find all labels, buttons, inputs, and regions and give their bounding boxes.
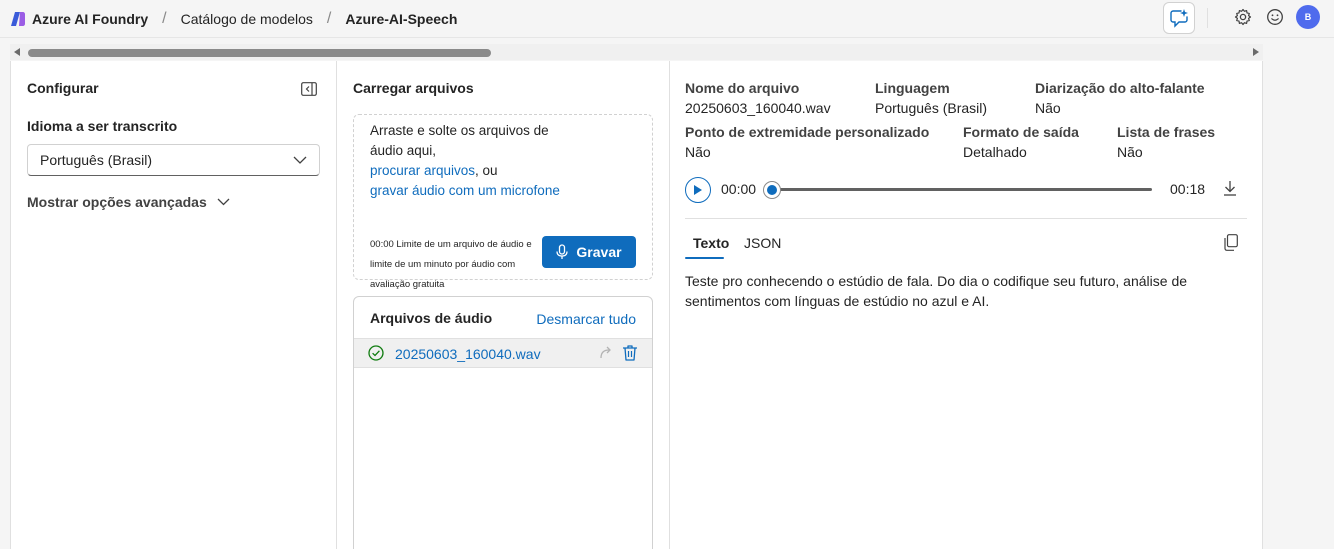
brand[interactable]: Azure AI Foundry	[10, 11, 148, 27]
feedback-smile-icon	[1267, 9, 1283, 25]
meta-label: Formato de saída	[963, 124, 1079, 140]
column-divider	[669, 61, 670, 549]
browse-files-link[interactable]: procurar arquivos	[370, 163, 475, 178]
breadcrumb-current: Azure-AI-Speech	[345, 10, 458, 27]
upload-title: Carregar arquivos	[353, 80, 474, 96]
advanced-options-label: Mostrar opções avançadas	[27, 194, 207, 210]
meta-label: Linguagem	[875, 80, 950, 96]
meta-label: Nome do arquivo	[685, 80, 800, 96]
audio-files-title: Arquivos de áudio	[370, 310, 493, 326]
seek-slider-thumb[interactable]	[763, 181, 781, 199]
tab-json[interactable]: JSON	[744, 235, 781, 251]
scrollbar-thumb[interactable]	[28, 49, 491, 57]
toolbar-divider	[1207, 8, 1208, 28]
copilot-button[interactable]	[1163, 2, 1195, 34]
copilot-icon	[1170, 9, 1188, 28]
meta-value: Não	[685, 144, 711, 160]
settings-icon	[1234, 8, 1252, 26]
total-time: 00:18	[1170, 181, 1206, 197]
advanced-options-toggle[interactable]: Mostrar opções avançadas	[27, 194, 230, 210]
meta-label: Lista de frases	[1117, 124, 1216, 140]
record-button[interactable]: Gravar	[542, 236, 636, 268]
scroll-left-arrow-icon[interactable]	[14, 48, 20, 56]
avatar[interactable]: B	[1296, 5, 1320, 29]
audio-files-list: Arquivos de áudio Desmarcar tudo 2025060…	[353, 296, 653, 549]
settings-button[interactable]	[1233, 7, 1253, 27]
chevron-down-icon	[293, 156, 307, 164]
meta-value: Não	[1035, 100, 1061, 116]
meta-custom-endpoint: Ponto de extremidade personalizado Não	[685, 122, 929, 162]
record-button-label: Gravar	[576, 244, 622, 260]
language-select[interactable]: Português (Brasil)	[27, 144, 320, 176]
meta-value: Português (Brasil)	[875, 100, 988, 116]
audio-player: 00:00 00:18	[685, 177, 1247, 203]
panel-collapse-icon[interactable]	[301, 82, 317, 96]
retry-icon[interactable]	[598, 345, 614, 361]
language-select-value: Português (Brasil)	[40, 152, 153, 168]
unselect-all-link[interactable]: Desmarcar tudo	[536, 311, 636, 327]
meta-phrase-list: Lista de frases Não	[1117, 122, 1215, 162]
top-bar: Azure AI Foundry / Catálogo de modelos /…	[0, 0, 1334, 38]
dropzone-text: Arraste e solte os arquivos de áudio aqu…	[370, 121, 560, 201]
feedback-button[interactable]	[1265, 7, 1285, 27]
play-icon	[694, 185, 702, 195]
brand-name[interactable]: Azure AI Foundry	[32, 11, 148, 27]
dropzone-or: , ou	[475, 163, 498, 178]
copy-icon[interactable]	[1224, 234, 1238, 251]
seek-track[interactable]	[771, 188, 1152, 191]
file-name[interactable]: 20250603_160040.wav	[395, 346, 541, 362]
meta-value: 20250603_160040.wav	[685, 100, 831, 116]
download-icon[interactable]	[1223, 180, 1237, 196]
meta-value: Detalhado	[963, 144, 1027, 160]
meta-value: Não	[1117, 144, 1143, 160]
meta-file-name: Nome do arquivo 20250603_160040.wav	[685, 78, 831, 118]
meta-output-format: Formato de saída Detalhado	[963, 122, 1079, 162]
breadcrumb-model-catalog[interactable]: Catálogo de modelos	[181, 11, 313, 27]
check-circle-icon	[368, 345, 384, 361]
play-button[interactable]	[685, 177, 711, 203]
horizontal-scrollbar[interactable]	[10, 44, 1263, 60]
current-time: 00:00	[721, 181, 757, 197]
dropzone-instruction: Arraste e solte os arquivos de áudio aqu…	[370, 123, 549, 158]
config-title: Configurar	[27, 80, 99, 96]
limit-note: 00:00 Limite de um arquivo de áudio e li…	[370, 239, 532, 290]
tab-text[interactable]: Texto	[693, 235, 729, 251]
meta-label: Ponto de extremidade personalizado	[685, 124, 930, 140]
record-audio-link[interactable]: gravar áudio com um microfone	[370, 183, 560, 198]
breadcrumb-separator: /	[326, 9, 332, 27]
microphone-icon	[556, 244, 569, 259]
language-label: Idioma a ser transcrito	[27, 118, 178, 134]
foundry-logo-icon	[11, 11, 25, 26]
transcript-text: Teste pro conhecendo o estúdio de fala. …	[685, 273, 1188, 309]
meta-language: Linguagem Português (Brasil)	[875, 78, 987, 118]
trash-icon[interactable]	[622, 344, 638, 362]
divider	[685, 218, 1247, 219]
meta-diarization: Diarização do alto-falante Não	[1035, 78, 1205, 118]
column-divider	[336, 61, 337, 549]
chevron-down-icon	[217, 198, 230, 206]
active-tab-indicator	[685, 257, 724, 259]
file-dropzone[interactable]: Arraste e solte os arquivos de áudio aqu…	[353, 114, 653, 290]
breadcrumb-separator: /	[162, 9, 167, 27]
meta-label: Diarização do alto-falante	[1035, 80, 1205, 96]
scroll-right-arrow-icon[interactable]	[1253, 48, 1259, 56]
list-item[interactable]: 20250603_160040.wav	[354, 338, 652, 368]
